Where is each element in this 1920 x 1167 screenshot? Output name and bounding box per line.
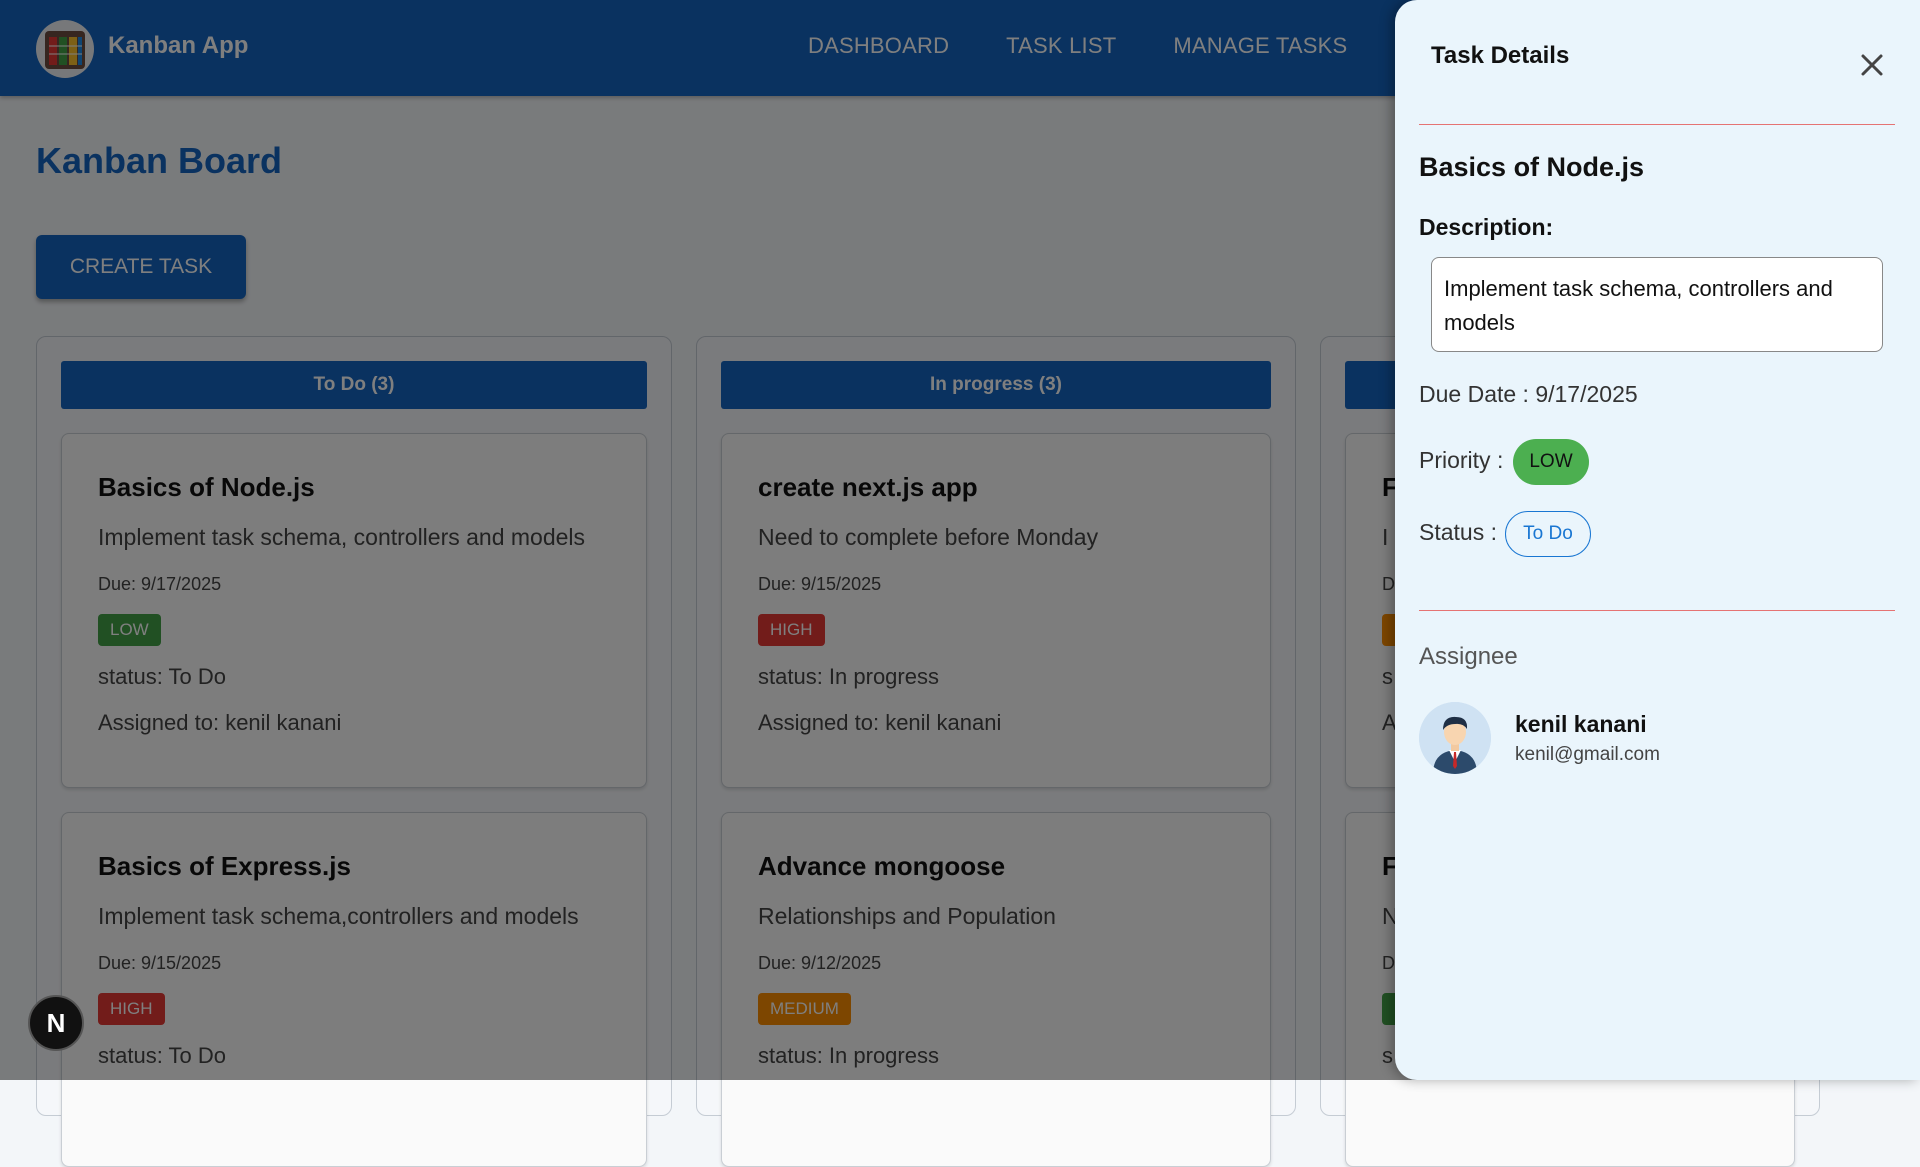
drawer-title: Task Details — [1431, 42, 1570, 69]
priority-chip: LOW — [1513, 439, 1589, 485]
status-label: Status : — [1419, 519, 1497, 545]
divider — [1419, 124, 1895, 125]
description-field[interactable]: Implement task schema, controllers and m… — [1431, 257, 1883, 352]
assignee-name: kenil kanani — [1515, 711, 1647, 737]
avatar — [1419, 702, 1491, 774]
detail-due-date: Due Date : 9/17/2025 — [1419, 381, 1638, 407]
assignee-label: Assignee — [1419, 643, 1518, 670]
assignee-email: kenil@gmail.com — [1515, 744, 1660, 765]
dev-tools-button[interactable]: N — [28, 995, 84, 1051]
description-label: Description: — [1419, 214, 1554, 240]
close-icon[interactable] — [1857, 50, 1887, 80]
divider — [1419, 610, 1895, 611]
task-details-drawer: Task Details Basics of Node.js Descripti… — [1395, 0, 1920, 1080]
status-chip: To Do — [1505, 511, 1591, 557]
priority-label: Priority : — [1419, 447, 1504, 473]
detail-task-title: Basics of Node.js — [1419, 152, 1645, 182]
